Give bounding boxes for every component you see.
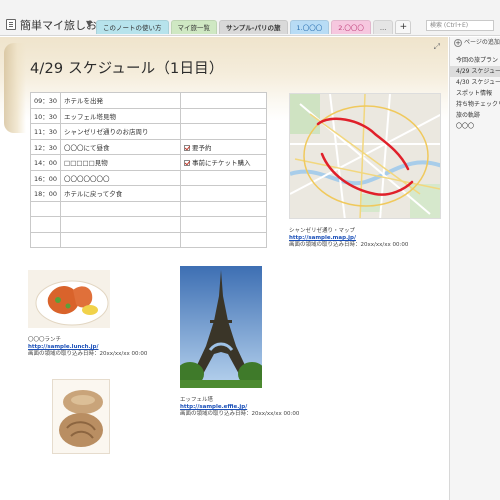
bread-photo[interactable] <box>52 379 110 454</box>
schedule-note[interactable] <box>180 92 267 109</box>
schedule-time[interactable]: 18：00 <box>29 185 62 202</box>
schedule-activity[interactable] <box>60 216 182 233</box>
schedule-row[interactable]: 11：30 シャンゼリゼ通りのお店周り <box>29 123 267 140</box>
eiffel-caption: エッフェル塔 <box>180 397 214 403</box>
lunch-caption: 〇〇〇ランチ <box>28 337 62 343</box>
tab-sample-paris[interactable]: サンプル-パリの旅 <box>219 20 288 34</box>
schedule-row[interactable]: 14：00 □□□□□見物 事前にチケット購入 <box>29 154 267 171</box>
eiffel-drawing <box>180 266 262 388</box>
map-caption-block: シャンゼリゼ通り・マップ http://sample.map.jp/ 画面の領域… <box>289 228 408 249</box>
page-list-item[interactable]: 旅の軌跡 <box>450 110 500 121</box>
schedule-activity[interactable]: エッフェル塔見物 <box>60 107 182 124</box>
schedule-note[interactable] <box>180 107 267 124</box>
schedule-row[interactable] <box>29 231 267 248</box>
schedule-note-text: 要予約 <box>192 143 212 152</box>
page-list-item[interactable]: 今回の旅プラン <box>450 55 500 66</box>
eiffel-caption-block: エッフェル塔 http://sample.effie.jp/ 画面の領域の取り込… <box>180 397 299 418</box>
lunch-link[interactable]: http://sample.lunch.jp/ <box>28 344 99 350</box>
schedule-note[interactable] <box>180 123 267 140</box>
schedule-row[interactable]: 10：30 エッフェル塔見物 <box>29 107 267 124</box>
schedule-time[interactable]: 09：30 <box>29 92 62 109</box>
schedule-note[interactable] <box>180 185 267 202</box>
plus-circle-icon: + <box>454 39 462 47</box>
page-list-item[interactable]: 〇〇〇 <box>450 121 500 132</box>
title-bar: 簡単マイ旅しおり ▼ このノートの使い方 マイ旅一覧 サンプル-パリの旅 1.〇… <box>0 0 500 36</box>
tab-section-2[interactable]: 2.〇〇〇 <box>331 20 371 34</box>
page-list-panel: +ページの追加 今回の旅プラン4/29 スケジュール4/30 スケジュールスポッ… <box>449 37 500 500</box>
schedule-table[interactable]: 09：30 ホテルを出発 10：30 エッフェル塔見物 11：30 シャンゼリゼ通りのお店… <box>29 92 267 248</box>
schedule-row[interactable]: 12：30 〇〇〇にて昼食 要予約 <box>29 138 267 155</box>
schedule-time[interactable]: 12：30 <box>29 138 62 155</box>
parchment-curl <box>4 43 26 133</box>
page-list: 今回の旅プラン4/29 スケジュール4/30 スケジュールスポット情報持ち物チェ… <box>450 55 500 132</box>
schedule-activity[interactable]: ホテルに戻って夕食 <box>60 185 182 202</box>
tab-my-trips[interactable]: マイ旅一覧 <box>170 20 217 34</box>
schedule-note[interactable]: 要予約 <box>180 138 267 155</box>
map-link[interactable]: http://sample.map.jp/ <box>289 235 356 241</box>
expand-icon[interactable]: ⤢ <box>434 42 440 52</box>
add-section-button[interactable]: + <box>395 20 412 34</box>
schedule-activity[interactable]: 〇〇〇〇〇〇〇 <box>60 169 182 186</box>
todo-checkbox[interactable] <box>184 144 191 151</box>
schedule-note[interactable] <box>180 169 267 186</box>
section-tabs: このノートの使い方 マイ旅一覧 サンプル-パリの旅 1.〇〇〇 2.〇〇〇 … … <box>96 20 412 36</box>
notebook-title[interactable]: 簡単マイ旅しおり <box>20 17 108 33</box>
schedule-note[interactable] <box>180 216 267 233</box>
page-list-item[interactable]: 持ち物チェックリスト <box>450 99 500 110</box>
schedule-time[interactable] <box>29 231 62 248</box>
eiffel-link[interactable]: http://sample.effie.jp/ <box>180 404 247 410</box>
chevron-down-icon[interactable]: ▼ <box>86 19 92 28</box>
page-title[interactable]: 4/29 スケジュール（1日目） <box>30 57 224 78</box>
schedule-time[interactable]: 11：30 <box>29 123 62 140</box>
eiffel-photo[interactable] <box>180 266 262 388</box>
page-canvas: ⤢ 4/29 スケジュール（1日目） 09：30 ホテルを出発 10：30 エッフェル… <box>0 37 448 500</box>
schedule-note[interactable] <box>180 200 267 217</box>
map-image[interactable] <box>289 93 441 219</box>
lunch-capture-date: 画面の領域の取り込み日時：20xx/xx/xx 00:00 <box>28 351 148 357</box>
schedule-note-text: 事前にチケット購入 <box>192 159 251 168</box>
tab-section-1[interactable]: 1.〇〇〇 <box>289 20 330 34</box>
page-list-item[interactable]: 4/29 スケジュール <box>450 66 500 77</box>
schedule-time[interactable]: 14：00 <box>29 154 62 171</box>
schedule-row[interactable] <box>29 216 267 233</box>
schedule-row[interactable]: 16：00 〇〇〇〇〇〇〇 <box>29 169 267 186</box>
schedule-time[interactable]: 16：00 <box>29 169 62 186</box>
lunch-drawing <box>28 270 110 328</box>
add-page-button[interactable]: + ページの追加 <box>454 37 500 47</box>
schedule-row[interactable] <box>29 200 267 217</box>
schedule-row[interactable]: 18：00 ホテルに戻って夕食 <box>29 185 267 202</box>
tab-how-to[interactable]: このノートの使い方 <box>96 20 169 34</box>
schedule-time[interactable] <box>29 200 62 217</box>
schedule-activity[interactable]: シャンゼリゼ通りのお店周り <box>60 123 182 140</box>
map-capture-date: 画面の領域の取り込み日時：20xx/xx/xx 00:00 <box>289 242 409 248</box>
page-list-item[interactable]: 4/30 スケジュール <box>450 77 500 88</box>
notebook-icon[interactable] <box>6 19 16 30</box>
todo-checkbox[interactable] <box>184 160 191 167</box>
page-list-item[interactable]: スポット情報 <box>450 88 500 99</box>
eiffel-capture-date: 画面の領域の取り込み日時：20xx/xx/xx 00:00 <box>180 411 300 417</box>
add-page-label: ページの追加 <box>464 39 500 46</box>
schedule-note[interactable]: 事前にチケット購入 <box>180 154 267 171</box>
schedule-activity[interactable] <box>60 200 182 217</box>
lunch-photo[interactable] <box>28 270 110 328</box>
schedule-activity[interactable]: ホテルを出発 <box>60 92 182 109</box>
schedule-row[interactable]: 09：30 ホテルを出発 <box>29 92 267 109</box>
tab-more[interactable]: … <box>372 20 394 34</box>
schedule-activity[interactable]: □□□□□見物 <box>60 154 182 171</box>
lunch-caption-block: 〇〇〇ランチ http://sample.lunch.jp/ 画面の領域の取り込… <box>28 337 147 358</box>
schedule-activity[interactable] <box>60 231 182 248</box>
map-caption: シャンゼリゼ通り・マップ <box>289 228 356 234</box>
search-input[interactable]: 検索 (Ctrl+E) <box>426 20 494 31</box>
bread-drawing <box>53 380 109 453</box>
schedule-activity[interactable]: 〇〇〇にて昼食 <box>60 138 182 155</box>
schedule-time[interactable]: 10：30 <box>29 107 62 124</box>
map-drawing <box>290 94 440 218</box>
schedule-note[interactable] <box>180 231 267 248</box>
schedule-time[interactable] <box>29 216 62 233</box>
